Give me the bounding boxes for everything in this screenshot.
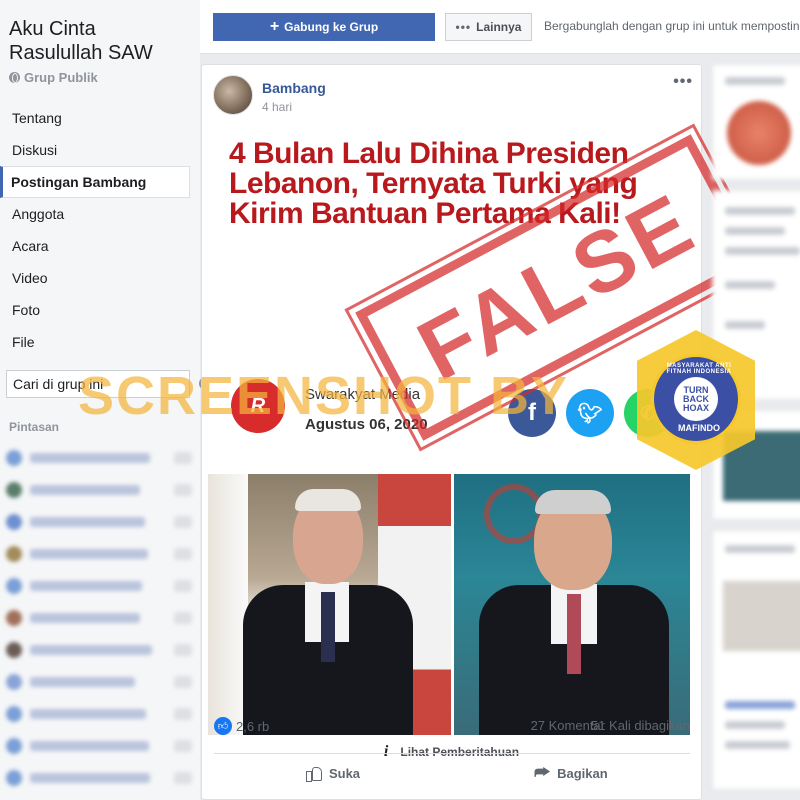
nav-item-postingan[interactable]: Postingan Bambang [0,166,190,198]
group-action-bar: + Gabung ke Grup ••• Lainnya Bergabungla… [200,0,800,54]
nav-item-video[interactable]: Video [0,262,190,294]
list-item[interactable] [6,506,192,538]
right-column [712,64,800,800]
post-actions: Suka ⮫ Bagikan [214,755,690,791]
media-name: Swarakyat Media [305,386,421,403]
join-hint-text: Bergabunglah dengan grup ini untuk mempo… [544,19,800,33]
media-logo: R [231,379,285,433]
list-item[interactable] [6,698,192,730]
whatsapp-icon: ✆ [624,389,672,437]
shares-count[interactable]: 51 Kali dibagikan [591,718,690,733]
image-headline: 4 Bulan Lalu Dihina Presiden Lebanon, Te… [229,137,638,230]
more-dots-icon: ••• [455,20,472,34]
globe-icon [9,72,20,83]
media-date: Agustus 06, 2020 [305,416,428,433]
nav-item-diskusi[interactable]: Diskusi [0,134,190,166]
nav-item-tentang[interactable]: Tentang [0,102,190,134]
nav-item-file[interactable]: File [0,326,190,358]
list-item[interactable] [6,762,192,794]
photo-left [208,474,451,735]
like-label: Suka [328,765,361,781]
join-group-label: Gabung ke Grup [284,20,379,34]
right-card [712,410,800,520]
group-privacy: Grup Publik [9,70,98,85]
group-name[interactable]: Aku Cinta Rasulullah SAW [9,17,194,65]
join-group-button[interactable]: + Gabung ke Grup [213,13,435,41]
right-card [712,64,800,180]
right-card [712,530,800,790]
post-card: Bambang 4 hari ••• 4 Bulan Lalu Dihina P… [201,64,768,800]
like-reaction-icon: 👍︎ [214,717,232,735]
post-timestamp[interactable]: 4 hari [262,100,292,114]
list-item[interactable] [6,602,192,634]
list-item[interactable] [6,570,192,602]
list-item[interactable] [6,474,192,506]
group-search-input[interactable] [7,371,194,397]
share-button[interactable]: ⮫ Bagikan [452,755,690,791]
right-card [712,190,800,400]
post-options-icon[interactable]: ••• [673,73,693,91]
photo-right [454,474,690,735]
group-nav: Tentang Diskusi Postingan Bambang Anggot… [0,102,190,358]
share-arrow-icon: ⮫ [534,763,551,782]
reactions-count[interactable]: 👍︎ 2,6 rb [214,717,269,735]
list-item[interactable] [6,634,192,666]
share-label: Bagikan [557,765,608,781]
twitter-icon: 🐦︎ [566,389,614,437]
facebook-icon: f [508,389,556,437]
nav-item-foto[interactable]: Foto [0,294,190,326]
shortcuts-title: Pintasan [9,420,60,434]
more-button[interactable]: ••• Lainnya [445,13,532,41]
left-sidebar: Aku Cinta Rasulullah SAW Grup Publik Ten… [0,0,212,800]
shortcuts-list [6,442,192,794]
like-button[interactable]: Suka [214,755,452,791]
list-item[interactable] [6,442,192,474]
post-author[interactable]: Bambang [262,80,326,96]
group-privacy-label: Grup Publik [24,70,98,85]
list-item[interactable] [6,730,192,762]
list-item[interactable] [6,666,192,698]
shared-image[interactable]: 4 Bulan Lalu Dihina Presiden Lebanon, Te… [208,129,690,735]
more-label: Lainnya [476,20,522,34]
thumbs-up-icon [305,765,322,782]
nav-item-anggota[interactable]: Anggota [0,198,190,230]
plus-icon: + [269,18,280,35]
list-item[interactable] [6,538,192,570]
divider [214,753,690,754]
nav-item-acara[interactable]: Acara [0,230,190,262]
reactions-count-label: 2,6 rb [236,718,270,734]
group-search-box [6,370,212,398]
author-avatar[interactable] [213,75,253,115]
